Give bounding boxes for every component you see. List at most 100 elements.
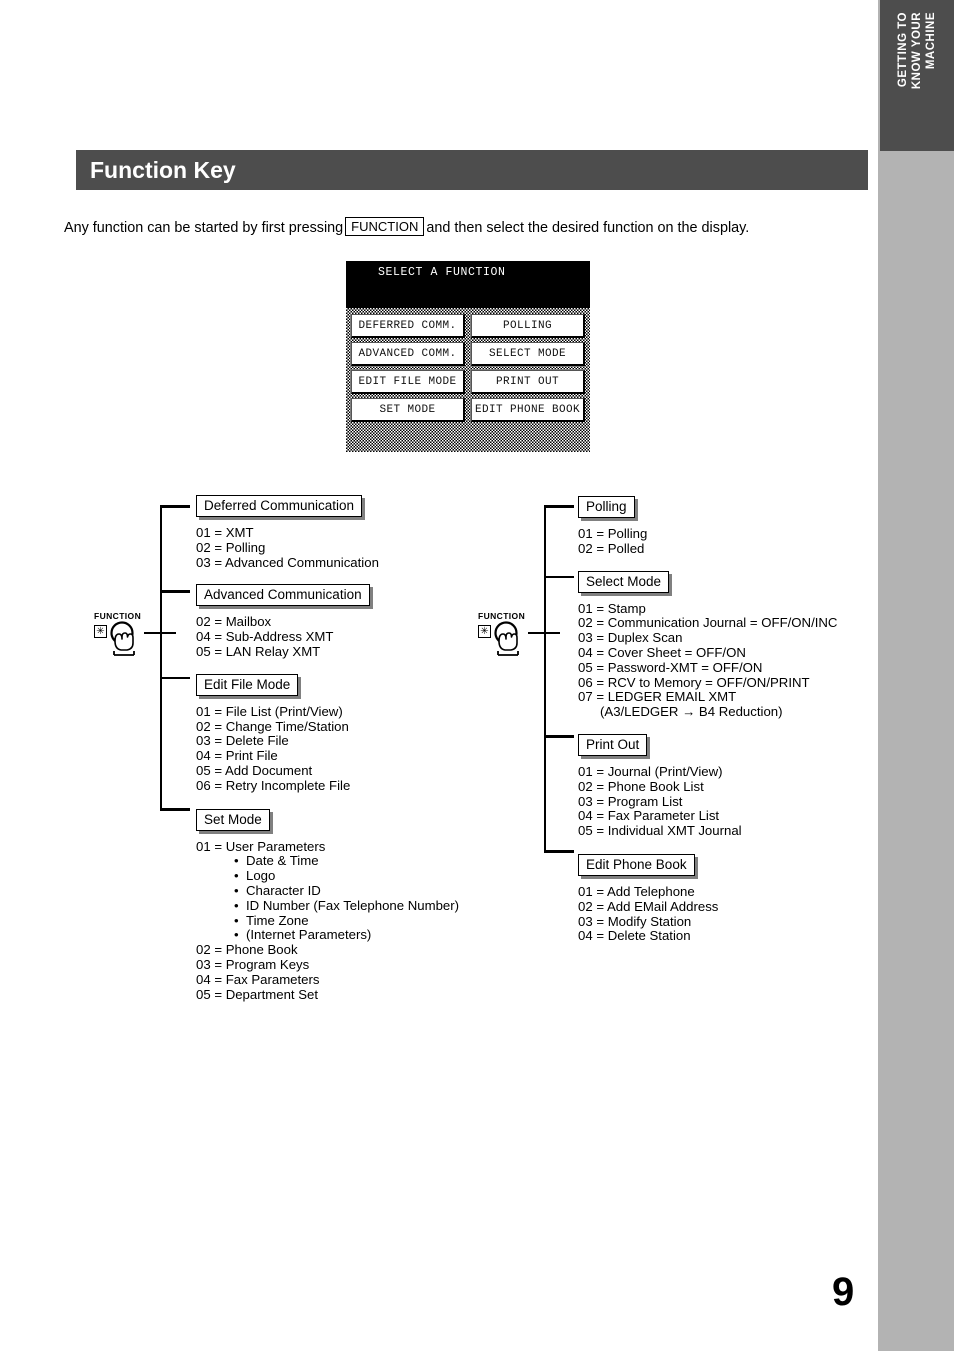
list-item: 01 = Stamp: [578, 600, 646, 616]
lcd-row: ADVANCED COMM. SELECT MODE: [351, 342, 585, 366]
list-item: 04 = Print File: [196, 748, 278, 764]
list-item: 01 = File List (Print/View): [196, 703, 343, 719]
page-title: Function Key: [90, 157, 236, 183]
tree-node-select-mode: Select Mode 01 = Stamp 02 = Communicatio…: [578, 570, 878, 720]
list-item: 01 = Journal (Print/View): [578, 763, 723, 779]
list-item: 05 = Add Document: [196, 762, 313, 778]
tree-node-edit-file-mode: Edit File Mode 01 = File List (Print/Vie…: [196, 673, 526, 794]
list-item: 02 = Polled: [578, 540, 645, 556]
lcd-button-set-mode[interactable]: SET MODE: [351, 398, 465, 422]
tree-node-edit-phone-book: Edit Phone Book 01 = Add Telephone 02 = …: [578, 853, 878, 944]
node-items-select-mode: 01 = Stamp 02 = Communication Journal = …: [578, 600, 878, 720]
list-item: 05 = LAN Relay XMT: [196, 643, 321, 659]
lcd-button-polling[interactable]: POLLING: [471, 314, 585, 338]
list-item: Date & Time: [234, 854, 526, 869]
list-item: 03 = Program Keys: [196, 956, 310, 972]
list-item: 04 = Fax Parameter List: [578, 808, 720, 824]
lcd-button-deferred-comm[interactable]: DEFERRED COMM.: [351, 314, 465, 338]
list-item: 04 = Fax Parameters: [196, 971, 320, 987]
left-bracket-spine: [160, 506, 162, 811]
sub-items-user-parameters: Date & Time Logo Character ID ID Number …: [196, 854, 526, 943]
node-label-set-mode[interactable]: Set Mode: [196, 808, 270, 831]
list-item: 02 = Change Time/Station: [196, 718, 349, 734]
right-bracket-spine: [544, 506, 546, 853]
list-item: 03 = Duplex Scan: [578, 630, 683, 646]
lcd-title-text: SELECT A FUNCTION: [378, 266, 506, 279]
list-item: 02 = Phone Book: [196, 942, 298, 958]
lcd-button-edit-file-mode[interactable]: EDIT FILE MODE: [351, 370, 465, 394]
lcd-row: DEFERRED COMM. POLLING: [351, 314, 585, 338]
list-item: 05 = Department Set: [196, 986, 319, 1002]
section-tab: GETTING TO KNOW YOUR MACHINE: [880, 0, 954, 151]
node-items-edit-file-mode: 01 = File List (Print/View) 02 = Change …: [196, 703, 526, 794]
tree-node-advanced-communication: Advanced Communication 02 = Mailbox 04 =…: [196, 584, 526, 659]
tree-node-polling: Polling 01 = Polling 02 = Polled: [578, 496, 878, 557]
list-item: Logo: [234, 868, 526, 884]
node-items-advanced-communication: 02 = Mailbox 04 = Sub-Address XMT 05 = L…: [196, 615, 526, 659]
list-item: 02 = Add EMail Address: [578, 898, 719, 914]
list-item: Character ID: [234, 883, 526, 899]
list-item: 02 = Mailbox: [196, 614, 272, 630]
node-items-set-mode: 01 = User Parameters Date & Time Logo Ch…: [196, 838, 526, 1003]
node-label-select-mode[interactable]: Select Mode: [578, 570, 670, 593]
lcd-row: SET MODE EDIT PHONE BOOK: [351, 398, 585, 422]
list-item: ID Number (Fax Telephone Number): [234, 898, 526, 914]
right-tree-column: Polling 01 = Polling 02 = Polled Select …: [578, 496, 878, 944]
list-item: 01 = Polling: [578, 526, 648, 541]
list-item: 07 = LEDGER EMAIL XMT: [578, 689, 737, 705]
left-bracket-branch-2: [160, 590, 190, 593]
node-label-edit-file-mode[interactable]: Edit File Mode: [196, 673, 299, 696]
page-header-bar: Function Key: [76, 150, 868, 190]
tree-node-deferred-communication: Deferred Communication 01 = XMT 02 = Pol…: [196, 495, 526, 570]
function-key-inline-badge: FUNCTION: [345, 217, 425, 236]
list-item: 05 = Individual XMT Journal: [578, 823, 742, 839]
function-key-icon-right: FUNCTION ✳: [478, 611, 564, 667]
list-item: 03 = Modify Station: [578, 913, 692, 929]
list-item: 02 = Communication Journal = OFF/ON/INC: [578, 615, 838, 631]
list-item: 02 = Phone Book List: [578, 778, 704, 794]
tree-node-set-mode: Set Mode 01 = User Parameters Date & Tim…: [196, 808, 526, 1003]
left-tree-column: Deferred Communication 01 = XMT 02 = Pol…: [196, 495, 526, 1002]
node-items-edit-phone-book: 01 = Add Telephone 02 = Add EMail Addres…: [578, 883, 878, 944]
tree-node-print-out: Print Out 01 = Journal (Print/View) 02 =…: [578, 733, 878, 839]
node-label-deferred-communication[interactable]: Deferred Communication: [196, 495, 363, 517]
lcd-row: EDIT FILE MODE PRINT OUT: [351, 370, 585, 394]
lcd-button-advanced-comm[interactable]: ADVANCED COMM.: [351, 342, 465, 366]
left-bracket-branch-3: [160, 677, 190, 679]
list-item: (Internet Parameters): [234, 928, 526, 943]
node-label-advanced-communication[interactable]: Advanced Communication: [196, 584, 370, 607]
node-label-print-out[interactable]: Print Out: [578, 733, 648, 756]
list-item: 01 = Add Telephone: [578, 883, 695, 899]
lcd-button-grid: DEFERRED COMM. POLLING ADVANCED COMM. SE…: [346, 308, 590, 452]
node-items-deferred-communication: 01 = XMT 02 = Polling 03 = Advanced Comm…: [196, 525, 526, 570]
node-items-polling: 01 = Polling 02 = Polled: [578, 526, 878, 557]
right-bracket-branch-2: [544, 576, 574, 578]
lcd-display-panel: SELECT A FUNCTION DEFERRED COMM. POLLING…: [346, 261, 590, 452]
list-item: 06 = Retry Incomplete File: [196, 777, 351, 793]
left-bracket-branch-1: [160, 505, 190, 508]
list-item: 04 = Cover Sheet = OFF/ON: [578, 644, 746, 660]
node-label-polling[interactable]: Polling: [578, 496, 635, 518]
node-items-print-out: 01 = Journal (Print/View) 02 = Phone Boo…: [578, 763, 878, 839]
page-number: 9: [832, 1270, 855, 1314]
list-item: 06 = RCV to Memory = OFF/ON/PRINT: [578, 674, 810, 690]
section-tab-label: GETTING TO KNOW YOUR MACHINE: [897, 12, 937, 90]
list-item: 04 = Delete Station: [578, 928, 691, 944]
right-bracket-branch-3: [544, 735, 574, 738]
hand-pressing-button-icon-right: [494, 621, 519, 656]
node-label-edit-phone-book[interactable]: Edit Phone Book: [578, 853, 695, 876]
lcd-button-print-out[interactable]: PRINT OUT: [471, 370, 585, 394]
list-item: 03 = Delete File: [196, 733, 289, 749]
list-item: 01 = XMT: [196, 525, 254, 540]
right-margin-band: [878, 0, 954, 1351]
left-bracket-branch-4: [160, 808, 190, 811]
list-item: Time Zone: [234, 913, 526, 929]
intro-text-after: and then select the desired function on …: [426, 220, 750, 236]
list-item-continuation: (A3/LEDGER → B4 Reduction): [600, 704, 783, 720]
list-item: 02 = Polling: [196, 539, 266, 555]
lcd-title-bar: SELECT A FUNCTION: [346, 261, 590, 308]
hand-pressing-button-icon-left: [110, 621, 135, 656]
list-item: 01 = User Parameters: [196, 838, 326, 854]
lcd-button-select-mode[interactable]: SELECT MODE: [471, 342, 585, 366]
lcd-button-edit-phone-book[interactable]: EDIT PHONE BOOK: [471, 398, 585, 422]
